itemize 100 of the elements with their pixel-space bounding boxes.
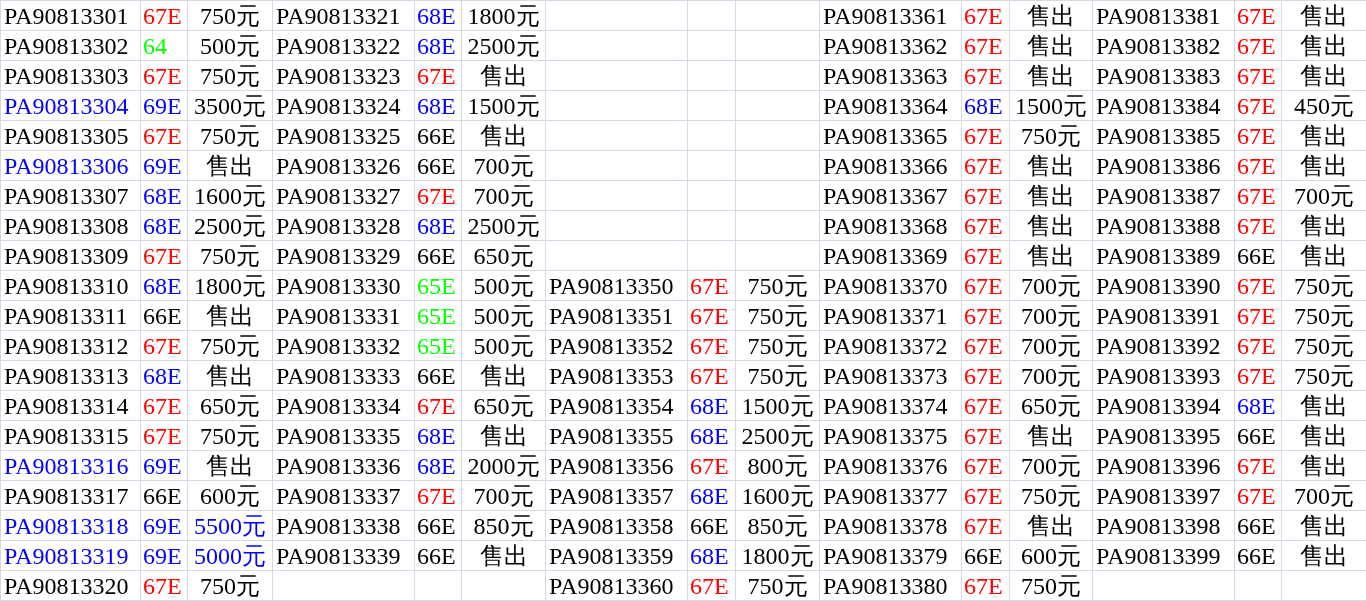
code-cell: PA90813309	[0, 240, 141, 271]
price-cell: 700元	[461, 150, 546, 181]
code-cell: PA90813305	[0, 120, 141, 151]
price-cell: 750元	[1009, 570, 1093, 601]
price-cell: 700元	[461, 180, 546, 211]
price-cell: 售出	[461, 60, 546, 91]
grade-cell: 67E	[140, 570, 188, 601]
code-cell: PA90813311	[0, 300, 141, 331]
price-cell: 2500元	[461, 30, 546, 61]
code-cell: PA90813310	[0, 270, 141, 301]
code-cell: PA90813389	[1092, 240, 1235, 271]
code-cell: PA90813308	[0, 210, 141, 241]
price-cell: 售出	[461, 120, 546, 151]
grade-cell: 67E	[1234, 90, 1282, 121]
grade-cell: 67E	[961, 60, 1010, 91]
grade-cell: 66E	[414, 150, 462, 181]
code-cell: PA90813361	[819, 0, 962, 31]
code-cell: PA90813369	[819, 240, 962, 271]
code-cell: PA90813355	[545, 420, 688, 451]
grade-cell: 67E	[1234, 0, 1282, 31]
grade-cell: 68E	[414, 30, 462, 61]
grade-cell: 68E	[414, 90, 462, 121]
price-cell: 售出	[1009, 150, 1093, 181]
grade-cell: 67E	[961, 240, 1010, 271]
grade-cell: 67E	[140, 120, 188, 151]
code-cell: PA90813399	[1092, 540, 1235, 571]
code-cell: PA90813352	[545, 330, 688, 361]
code-cell: PA90813357	[545, 480, 688, 511]
price-cell: 750元	[735, 360, 820, 391]
code-cell: PA90813351	[545, 300, 688, 331]
grade-cell: 66E	[1234, 420, 1282, 451]
price-cell: 650元	[461, 390, 546, 421]
grade-cell: 66E	[414, 540, 462, 571]
code-cell: PA90813315	[0, 420, 141, 451]
grade-cell: 66E	[961, 540, 1010, 571]
grade-cell: 69E	[140, 510, 188, 541]
price-cell: 500元	[461, 270, 546, 301]
code-cell: PA90813367	[819, 180, 962, 211]
price-cell: 售出	[1009, 510, 1093, 541]
price-cell: 1600元	[187, 180, 273, 211]
grade-cell: 67E	[1234, 210, 1282, 241]
price-cell: 1500元	[1009, 90, 1093, 121]
grade-cell: 66E	[1234, 510, 1282, 541]
code-cell: PA90813338	[272, 510, 415, 541]
code-cell: PA90813364	[819, 90, 962, 121]
grade-cell: 68E	[687, 390, 736, 421]
grade-cell: 67E	[1234, 270, 1282, 301]
grade-cell: 68E	[414, 420, 462, 451]
code-cell: PA90813372	[819, 330, 962, 361]
grade-cell: 67E	[140, 0, 188, 31]
grade-cell: 66E	[687, 510, 736, 541]
grade-cell: 66E	[140, 300, 188, 331]
grade-cell: 67E	[414, 60, 462, 91]
price-cell: 750元	[735, 570, 820, 601]
code-cell: PA90813377	[819, 480, 962, 511]
code-cell: PA90813329	[272, 240, 415, 271]
code-cell: PA90813375	[819, 420, 962, 451]
grade-cell: 67E	[140, 60, 188, 91]
grade-cell: 67E	[961, 150, 1010, 181]
code-cell: PA90813392	[1092, 330, 1235, 361]
grade-cell: 68E	[687, 480, 736, 511]
code-cell: PA90813368	[819, 210, 962, 241]
code-cell: PA90813365	[819, 120, 962, 151]
price-cell: 售出	[461, 540, 546, 571]
grade-cell: 66E	[414, 120, 462, 151]
code-cell: PA90813331	[272, 300, 415, 331]
price-cell: 2500元	[735, 420, 820, 451]
code-cell: PA90813302	[0, 30, 141, 61]
grade-cell: 67E	[1234, 30, 1282, 61]
price-cell: 750元	[187, 570, 273, 601]
code-cell: PA90813303	[0, 60, 141, 91]
grade-cell: 65E	[414, 330, 462, 361]
code-cell: PA90813356	[545, 450, 688, 481]
price-cell: 售出	[187, 150, 273, 181]
code-cell: PA90813330	[272, 270, 415, 301]
price-cell: 500元	[461, 330, 546, 361]
grade-cell: 67E	[1234, 60, 1282, 91]
code-cell: PA90813319	[0, 540, 141, 571]
grade-cell: 69E	[140, 540, 188, 571]
grade-cell: 67E	[1234, 150, 1282, 181]
price-cell: 700元	[1009, 360, 1093, 391]
price-cell: 600元	[187, 480, 273, 511]
code-cell: PA90813378	[819, 510, 962, 541]
price-cell: 700元	[1009, 300, 1093, 331]
price-cell: 750元	[735, 300, 820, 331]
code-cell: PA90813391	[1092, 300, 1235, 331]
code-cell: PA90813359	[545, 540, 688, 571]
grade-cell: 66E	[140, 480, 188, 511]
grade-cell: 67E	[1234, 300, 1282, 331]
grade-cell: 68E	[961, 90, 1010, 121]
grade-cell: 67E	[961, 270, 1010, 301]
code-cell: PA90813390	[1092, 270, 1235, 301]
price-cell: 5000元	[187, 540, 273, 571]
price-cell: 1800元	[187, 270, 273, 301]
grade-cell: 67E	[961, 510, 1010, 541]
grade-cell: 67E	[961, 30, 1010, 61]
grade-cell: 67E	[961, 120, 1010, 151]
code-cell: PA90813383	[1092, 60, 1235, 91]
price-cell: 售出	[1009, 60, 1093, 91]
price-cell: 500元	[187, 30, 273, 61]
